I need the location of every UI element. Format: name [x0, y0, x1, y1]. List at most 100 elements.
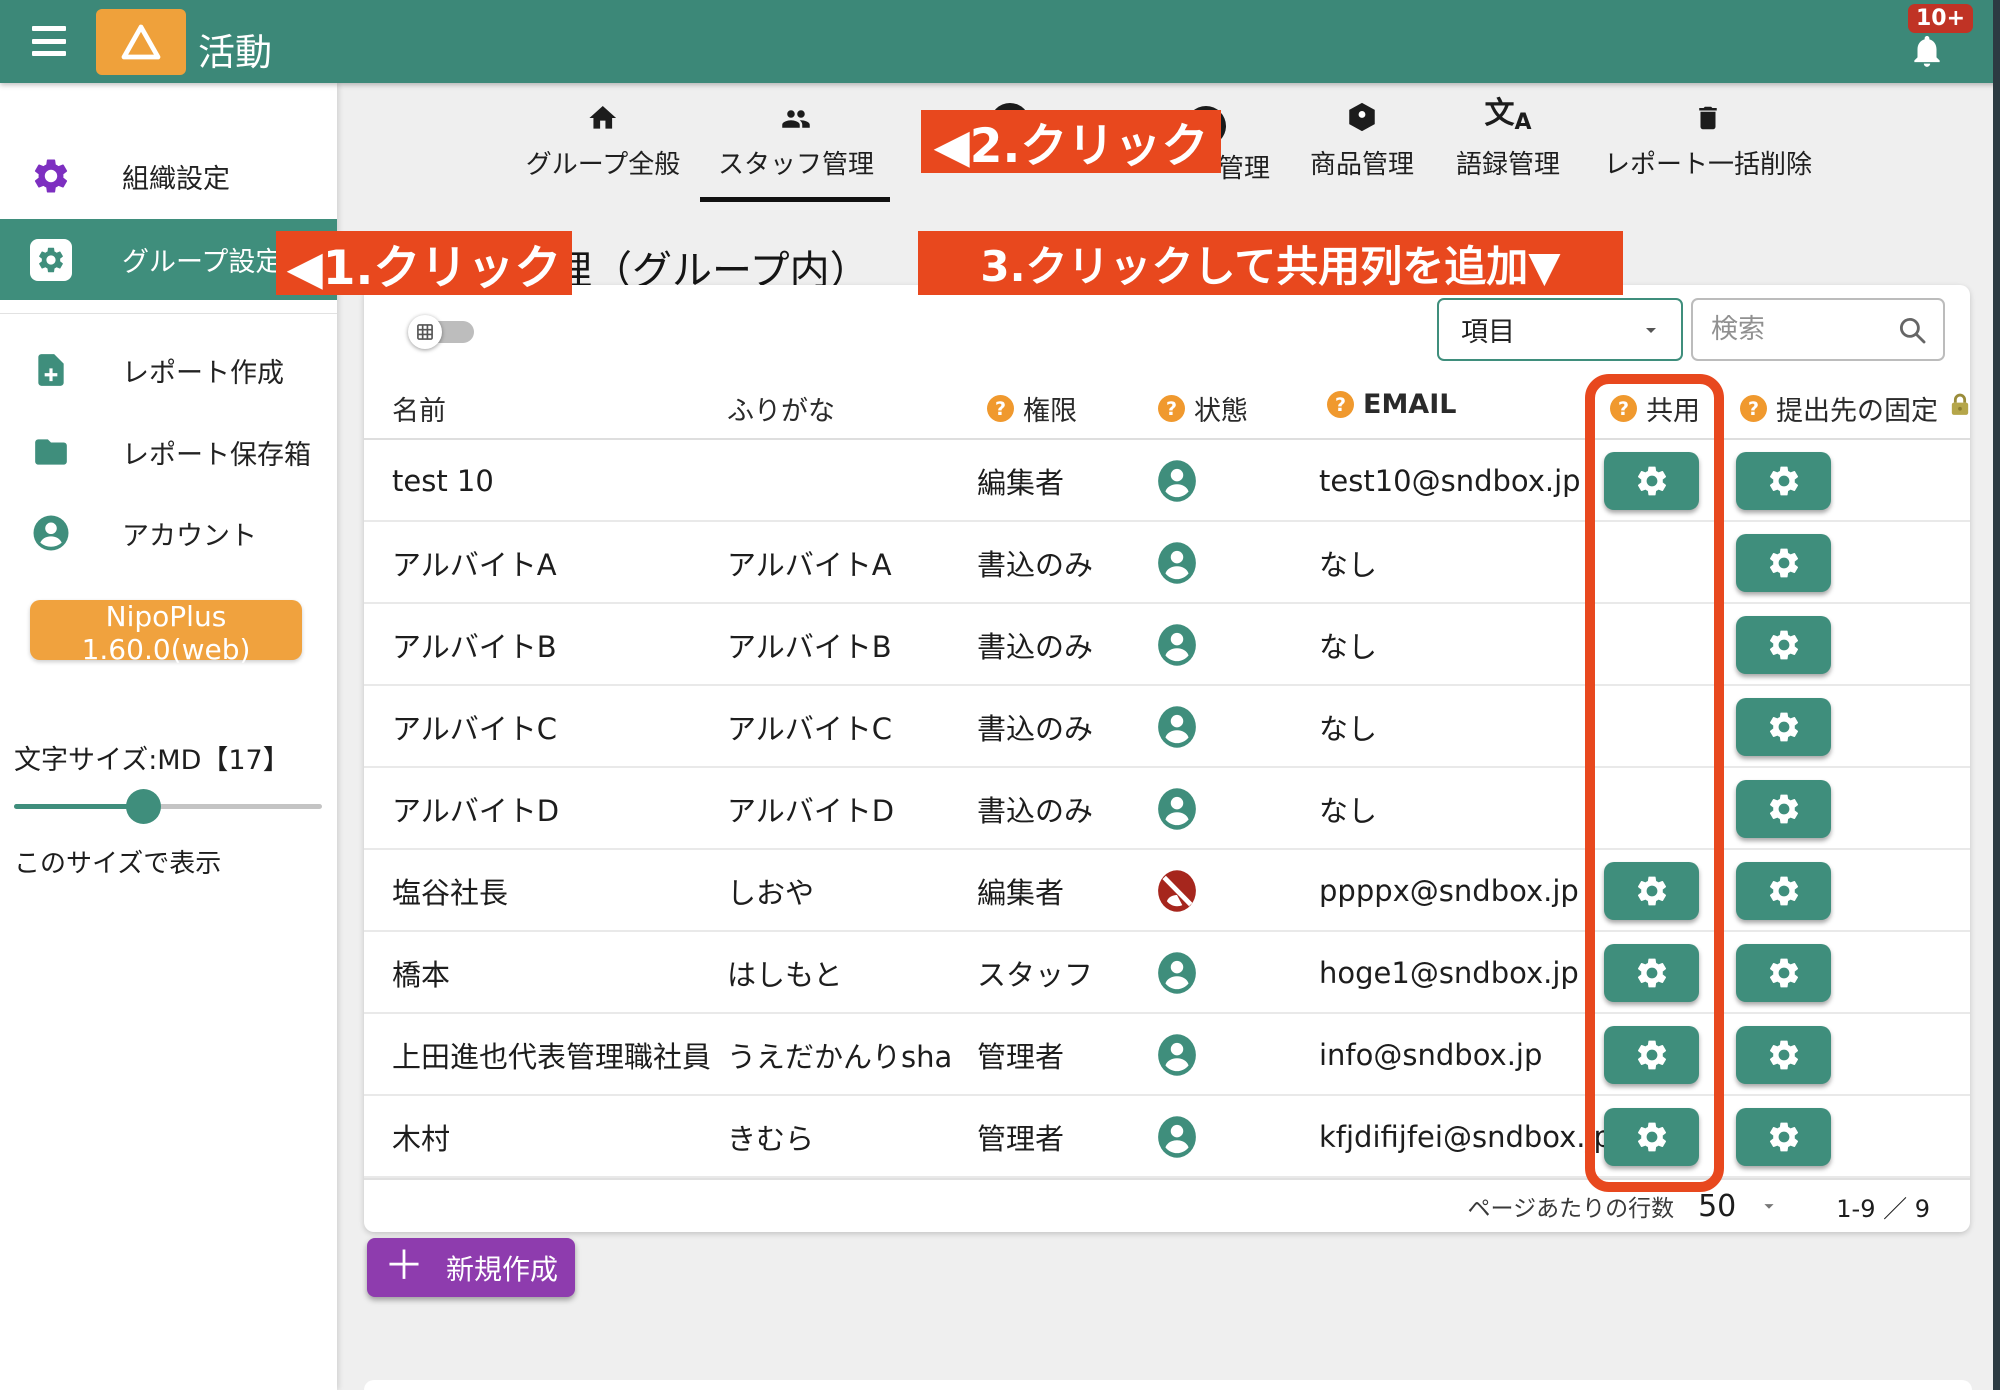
cell-furigana: きむら [727, 1096, 814, 1178]
sidebar-item-label: アカウント [122, 514, 257, 553]
column-header-6: ? 提出先の固定 [1740, 389, 1938, 428]
cell-furigana: アルバイトB [727, 604, 892, 686]
share-settings-button[interactable] [1604, 1108, 1699, 1166]
cell-email: ppppx@sndbox.jp [1319, 850, 1579, 932]
fixed-destination-settings-button[interactable] [1736, 698, 1831, 756]
lower-card-edge [364, 1380, 1972, 1390]
create-new-label: 新規作成 [446, 1248, 558, 1288]
pagination: ページあたりの行数 50 1-9 ／ 9 [364, 1178, 1970, 1232]
column-header-5: ?共用 [1610, 389, 1700, 428]
column-header-0: 名前 [392, 389, 446, 428]
toggle-thumb[interactable] [408, 315, 442, 349]
active-tab-underline [700, 197, 890, 202]
gear-icon [1766, 955, 1802, 991]
help-icon[interactable]: ? [1327, 391, 1354, 418]
cell-email: kfjdifijfei@sndbox.jp [1319, 1096, 1612, 1178]
cell-role: 書込のみ [977, 604, 1093, 686]
active-status-icon [1155, 1014, 1199, 1096]
tab-5[interactable]: 文A 語録管理 [1456, 100, 1560, 181]
sidebar-item-4[interactable]: アカウント [0, 500, 337, 566]
help-icon[interactable]: ? [987, 395, 1014, 422]
column-header-4: ?EMAIL [1327, 389, 1456, 420]
tab-6[interactable]: レポート一括削除 [1604, 100, 1812, 181]
table-row-7: 上田進也代表管理職社員 うえだかんりsha 管理者 info@sndbox.jp [364, 1014, 1970, 1096]
tab-partial-label[interactable]: 管理 [1218, 148, 1270, 185]
notification-bell-icon[interactable] [1908, 30, 1946, 72]
slider-thumb[interactable] [126, 789, 161, 824]
active-status-icon [1155, 932, 1199, 1014]
sidebar-item-3[interactable]: レポート保存箱 [0, 419, 337, 485]
file-plus-icon [30, 349, 72, 391]
fixed-destination-settings-button[interactable] [1736, 616, 1831, 674]
cell-role: 書込のみ [977, 522, 1093, 604]
app-logo[interactable] [96, 9, 186, 75]
annotation-step1: ◀1.クリック [276, 231, 572, 295]
cell-email: なし [1319, 686, 1377, 768]
gear-icon [1766, 1037, 1802, 1073]
cell-name: アルバイトB [392, 604, 557, 686]
sidebar-divider [0, 313, 337, 314]
fixed-destination-settings-button[interactable] [1736, 780, 1831, 838]
tab-label: 商品管理 [1310, 144, 1414, 181]
cell-furigana: アルバイトC [727, 686, 892, 768]
gear-icon [1766, 627, 1802, 663]
share-settings-button[interactable] [1604, 944, 1699, 1002]
cell-email: なし [1319, 768, 1377, 850]
folder-icon [30, 431, 72, 473]
annotation-step3: 3.クリックして共用列を追加▼ [918, 231, 1623, 295]
column-header-2: ?権限 [987, 389, 1077, 428]
help-icon[interactable]: ? [1740, 395, 1767, 422]
gear-icon [1634, 1119, 1670, 1155]
share-settings-button[interactable] [1604, 862, 1699, 920]
sidebar-item-2[interactable]: レポート作成 [0, 337, 337, 403]
column-select[interactable]: 項目 [1437, 298, 1683, 361]
sidebar-item-label: レポート保存箱 [122, 433, 311, 472]
help-icon[interactable]: ? [1158, 395, 1185, 422]
cell-role: 管理者 [977, 1014, 1064, 1096]
rows-per-page-value[interactable]: 50 [1698, 1189, 1736, 1224]
fixed-destination-settings-button[interactable] [1736, 1026, 1831, 1084]
search-box [1691, 298, 1945, 361]
create-new-button[interactable]: ＋ 新規作成 [367, 1238, 575, 1297]
fixed-destination-settings-button[interactable] [1736, 534, 1831, 592]
tab-0[interactable]: グループ全般 [526, 100, 680, 181]
fixed-destination-settings-button[interactable] [1736, 1108, 1831, 1166]
app-title: 活動 [198, 22, 272, 76]
column-header-label: 状態 [1194, 389, 1248, 428]
cell-name: 塩谷社長 [392, 850, 508, 932]
rows-per-page-caret-icon[interactable] [1758, 1195, 1780, 1217]
table-row-3: アルバイトC アルバイトC 書込のみ なし [364, 686, 1970, 768]
font-size-slider[interactable] [14, 788, 322, 824]
tab-1-active[interactable]: スタッフ管理 [718, 100, 874, 181]
gear-icon [1766, 463, 1802, 499]
active-status-icon [1155, 1096, 1199, 1178]
staff-table-card: 項目 名前ふりがな?権限?状態?EMAIL?共用?提出先の固定 test 10 … [364, 285, 1970, 1232]
package-icon [1310, 100, 1414, 134]
slider-fill [14, 804, 143, 809]
search-icon[interactable] [1895, 313, 1929, 347]
column-header-label: 提出先の固定 [1776, 389, 1938, 428]
pagination-range: 1-9 ／ 9 [1836, 1189, 1930, 1224]
table-row-6: 橋本 はしもと スタッフ hoge1@sndbox.jp [364, 932, 1970, 1014]
sidebar-item-label: 組織設定 [122, 157, 230, 196]
fixed-destination-settings-button[interactable] [1736, 862, 1831, 920]
share-settings-button[interactable] [1604, 452, 1699, 510]
table-view-toggle[interactable] [408, 314, 474, 350]
table-row-8: 木村 きむら 管理者 kfjdifijfei@sndbox.jp [364, 1096, 1970, 1178]
fixed-destination-settings-button[interactable] [1736, 452, 1831, 510]
column-header-3: ? 状態 [1158, 389, 1248, 428]
scrollbar[interactable] [1993, 0, 2000, 1390]
version-button[interactable]: NipoPlus 1.60.0(web) [30, 600, 302, 660]
tab-4[interactable]: 商品管理 [1310, 100, 1414, 181]
share-settings-button[interactable] [1604, 1026, 1699, 1084]
gear-icon [1634, 1037, 1670, 1073]
cell-email: info@sndbox.jp [1319, 1014, 1542, 1096]
cell-email: なし [1319, 522, 1377, 604]
search-input[interactable] [1711, 314, 1881, 345]
fixed-destination-settings-button[interactable] [1736, 944, 1831, 1002]
help-icon[interactable]: ? [1610, 395, 1637, 422]
sidebar-item-0[interactable]: 組織設定 [0, 143, 337, 209]
hamburger-menu-icon[interactable] [32, 26, 66, 56]
gear-icon [1766, 545, 1802, 581]
size-note: このサイズで表示 [14, 843, 221, 880]
